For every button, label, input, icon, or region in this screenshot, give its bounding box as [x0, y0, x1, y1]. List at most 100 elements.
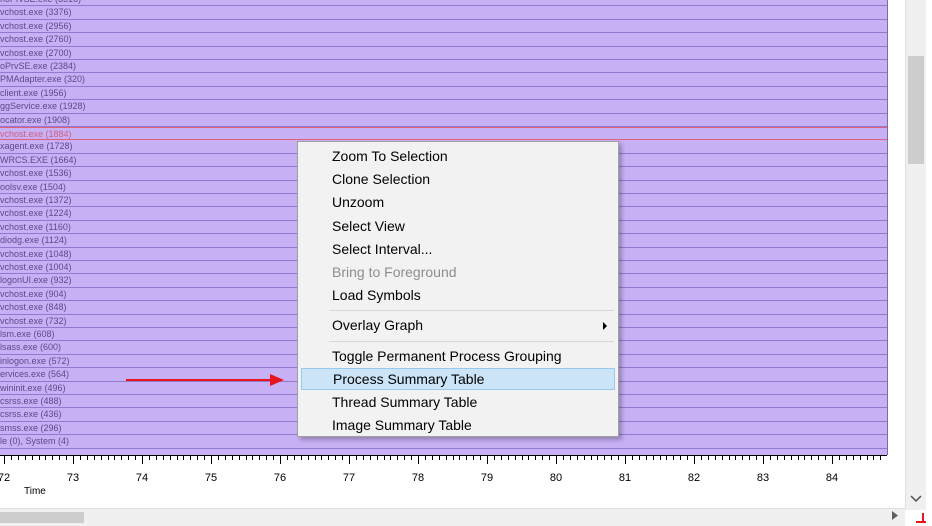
menu-item-label: Select Interval... — [332, 240, 433, 257]
menu-item-toggle-permanent-process-grouping[interactable]: Toggle Permanent Process Grouping — [301, 345, 615, 367]
axis-tick — [93, 456, 95, 460]
axis-tick — [590, 456, 592, 460]
horizontal-scrollbar-thumb[interactable] — [0, 512, 84, 523]
axis-tick — [190, 456, 192, 460]
process-row-label: vchost.exe (3376) — [0, 7, 72, 18]
process-row[interactable]: vchost.exe (3376) — [0, 6, 887, 20]
axis-tick — [528, 456, 530, 460]
axis-tick — [852, 456, 854, 460]
menu-item-load-symbols[interactable]: Load Symbols — [301, 284, 615, 306]
vertical-scrollbar[interactable] — [905, 0, 926, 510]
axis-tick — [314, 456, 316, 460]
horizontal-scrollbar[interactable] — [0, 508, 905, 526]
axis-tick-label: 74 — [135, 472, 149, 484]
axis-tick — [335, 456, 337, 460]
process-row-label: diodg.exe (1124) — [0, 235, 67, 246]
process-row[interactable]: vchost.exe (2700) — [0, 47, 887, 60]
menu-item-unzoom[interactable]: Unzoom — [301, 191, 615, 213]
axis-tick — [169, 456, 171, 460]
axis-tick — [728, 456, 730, 460]
axis-tick — [514, 456, 516, 460]
axis-tick — [349, 456, 350, 464]
axis-tick — [245, 456, 247, 460]
axis-tick — [859, 456, 861, 460]
process-row-label: vchost.exe (1048) — [0, 248, 72, 259]
axis-tick — [680, 456, 682, 460]
axis-tick — [583, 456, 585, 460]
axis-tick — [500, 456, 502, 460]
axis-tick — [114, 456, 116, 460]
axis-tick — [252, 456, 254, 460]
axis-tick — [487, 456, 488, 464]
process-row[interactable]: oPrvSE.exe (2384) — [0, 60, 887, 74]
process-row-label: vchost.exe (732) — [0, 315, 67, 326]
process-row[interactable]: ggService.exe (1928) — [0, 100, 887, 114]
axis-tick — [266, 456, 268, 460]
axis-tick — [86, 456, 88, 460]
axis-tick-label: 83 — [756, 472, 770, 484]
axis-tick — [259, 456, 261, 460]
axis-tick-label: 75 — [204, 472, 218, 484]
process-row[interactable]: client.exe (1956) — [0, 87, 887, 101]
vertical-scrollbar-thumb[interactable] — [908, 56, 924, 164]
process-row[interactable]: PMAdapter.exe (320) — [0, 73, 887, 87]
axis-tick — [652, 456, 654, 460]
axis-tick — [224, 456, 226, 460]
process-row[interactable]: vchost.exe (2760) — [0, 33, 887, 47]
menu-item-bring-to-foreground: Bring to Foreground — [301, 261, 615, 283]
axis-tick — [625, 456, 626, 464]
process-row[interactable]: ocator.exe (1908) — [0, 114, 887, 127]
process-row-label: ocator.exe (1908) — [0, 114, 71, 125]
menu-item-select-interval[interactable]: Select Interval... — [301, 238, 615, 260]
process-row-label: PMAdapter.exe (320) — [0, 74, 86, 85]
axis-tick — [714, 456, 716, 460]
axis-tick — [418, 456, 419, 464]
menu-item-label: Clone Selection — [332, 171, 431, 188]
menu-item-zoom-to-selection[interactable]: Zoom To Selection — [301, 145, 615, 167]
axis-tick-label: 81 — [618, 472, 632, 484]
axis-tick — [231, 456, 233, 460]
axis-tick — [459, 456, 461, 460]
axis-tick — [31, 456, 33, 460]
menu-item-label: Process Summary Table — [333, 370, 485, 387]
axis-tick — [148, 456, 150, 460]
axis-tick — [659, 456, 661, 460]
process-row[interactable]: le (0), System (4) — [0, 435, 887, 449]
axis-tick — [107, 456, 109, 460]
menu-item-overlay-graph[interactable]: Overlay Graph — [301, 314, 615, 336]
menu-item-label: Unzoom — [332, 194, 385, 211]
axis-tick-label: 79 — [480, 472, 494, 484]
process-row-label: le (0), System (4) — [0, 436, 70, 447]
axis-tick — [825, 456, 827, 460]
axis-tick — [797, 456, 799, 460]
menu-item-thread-summary-table[interactable]: Thread Summary Table — [301, 391, 615, 413]
chevron-down-icon[interactable] — [906, 490, 926, 508]
axis-tick — [804, 456, 806, 460]
menu-item-label: Bring to Foreground — [332, 264, 457, 280]
menu-item-label: Thread Summary Table — [332, 394, 478, 410]
triangle-right-icon — [603, 322, 607, 331]
axis-tick — [142, 456, 143, 464]
axis-tick — [721, 456, 723, 460]
process-row-label: vchost.exe (2956) — [0, 20, 72, 31]
axis-tick — [79, 456, 81, 460]
axis-tick — [369, 456, 371, 460]
red-arrow-icon — [126, 374, 284, 386]
process-row[interactable]: vchost.exe (2956) — [0, 20, 887, 34]
menu-item-process-summary-table[interactable]: Process Summary Table — [301, 367, 615, 390]
process-row[interactable]: vchost.exe (1884) — [0, 127, 887, 141]
menu-item-image-summary-table[interactable]: Image Summary Table — [301, 414, 615, 436]
chevron-right-icon[interactable] — [886, 509, 904, 526]
menu-item-select-view[interactable]: Select View — [301, 215, 615, 237]
process-row-label: smss.exe (296) — [0, 422, 62, 433]
process-row-label: vchost.exe (1372) — [0, 195, 72, 205]
axis-tick — [735, 456, 737, 460]
axis-tick — [707, 456, 709, 460]
axis-tick — [438, 456, 440, 460]
menu-item-clone-selection[interactable]: Clone Selection — [301, 168, 615, 190]
axis-tick — [535, 456, 537, 460]
process-row-label: vchost.exe (1884) — [0, 129, 72, 139]
process-row-label: wininit.exe (496) — [0, 382, 66, 393]
axis-tick-label: 73 — [66, 472, 80, 484]
process-row-label: oolsv.exe (1504) — [0, 181, 66, 192]
